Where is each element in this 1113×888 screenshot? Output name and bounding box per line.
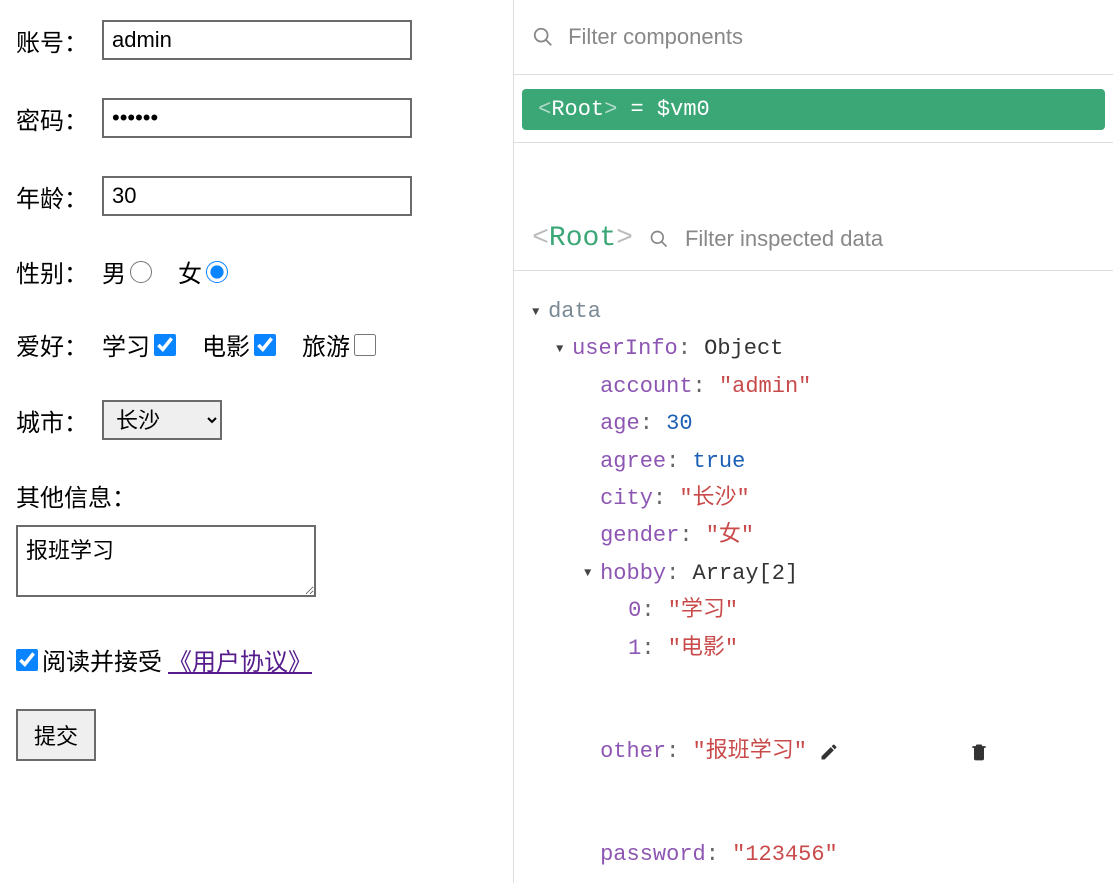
hobby-movie-label: 电影 <box>202 327 250 362</box>
hobby-checkbox-group: 学习 电影 旅游 <box>102 327 394 362</box>
age-row: 年龄： <box>16 176 497 216</box>
other-node[interactable]: other: "报班学习" <box>526 667 1101 837</box>
form-panel: 账号： 密码： 年龄： 性别： 男 女 爱好： 学习 <box>0 0 514 883</box>
age-input[interactable] <box>102 176 412 216</box>
inspector-body: ▼ data ▼ userInfo: Object account: "admi… <box>514 271 1113 886</box>
inspector-component-name: <Root> <box>532 223 633 254</box>
password-row: 密码： <box>16 98 497 138</box>
gender-male-radio[interactable] <box>130 261 152 283</box>
hobby-0-node[interactable]: 0: "学习" <box>526 592 1101 629</box>
root-tag-name: Root <box>551 97 604 122</box>
hobby-travel-label: 旅游 <box>302 327 350 362</box>
filter-components-bar <box>514 0 1113 75</box>
filter-inspected-input[interactable] <box>685 226 1095 252</box>
city-row: 城市： 长沙 <box>16 400 497 440</box>
agree-node[interactable]: agree: true <box>526 443 1101 480</box>
search-icon <box>532 26 554 48</box>
open-bracket: < <box>538 97 551 122</box>
gender-male-label: 男 <box>102 254 126 289</box>
other-label: 其他信息： <box>16 478 497 513</box>
hobby-item-travel: 旅游 <box>302 327 376 362</box>
gender-radio-group: 男 女 <box>102 254 246 289</box>
age-label: 年龄： <box>16 179 88 214</box>
userinfo-type: Object <box>704 330 783 367</box>
close-bracket: > <box>604 97 617 122</box>
gender-female-label: 女 <box>178 254 202 289</box>
root-component-item[interactable]: <Root> = $vm0 <box>522 89 1105 130</box>
city-label: 城市： <box>16 403 88 438</box>
hobby-study-checkbox[interactable] <box>154 334 176 356</box>
agree-text: 阅读并接受 <box>42 642 162 677</box>
edit-icon[interactable] <box>819 667 951 837</box>
hobby-label: 爱好： <box>16 327 88 362</box>
other-textarea[interactable] <box>16 525 316 597</box>
hobby-study-label: 学习 <box>102 327 150 362</box>
data-node[interactable]: ▼ data <box>526 293 1101 330</box>
password-node[interactable]: password: "123456" <box>526 836 1101 873</box>
submit-button[interactable]: 提交 <box>16 709 96 761</box>
terms-link[interactable]: 《用户协议》 <box>168 642 312 677</box>
hobby-movie-checkbox[interactable] <box>254 334 276 356</box>
hobby-node[interactable]: ▼ hobby: Array[2] <box>526 555 1101 592</box>
gender-node[interactable]: gender: "女" <box>526 517 1101 554</box>
gender-option-male: 男 <box>102 254 152 289</box>
userinfo-key: userInfo <box>572 330 678 367</box>
hobby-item-study: 学习 <box>102 327 176 362</box>
hobby-1-node[interactable]: 1: "电影" <box>526 630 1101 667</box>
hobby-row: 爱好： 学习 电影 旅游 <box>16 327 497 362</box>
account-label: 账号： <box>16 23 88 58</box>
other-row: 其他信息： <box>16 478 497 604</box>
caret-down-icon: ▼ <box>584 563 600 583</box>
data-key: data <box>548 293 601 330</box>
devtools-panel: <Root> = $vm0 <Root> ▼ data ▼ userInfo: … <box>514 0 1113 883</box>
hobby-travel-checkbox[interactable] <box>354 334 376 356</box>
delete-icon[interactable] <box>969 667 1101 837</box>
gender-female-radio[interactable] <box>206 261 228 283</box>
gender-row: 性别： 男 女 <box>16 254 497 289</box>
caret-down-icon: ▼ <box>556 339 572 359</box>
agree-checkbox[interactable] <box>16 649 38 671</box>
filter-components-input[interactable] <box>568 24 1095 50</box>
userinfo-node[interactable]: ▼ userInfo: Object <box>526 330 1101 367</box>
search-icon <box>649 229 669 249</box>
password-label: 密码： <box>16 101 88 136</box>
account-node[interactable]: account: "admin" <box>526 368 1101 405</box>
password-input[interactable] <box>102 98 412 138</box>
account-row: 账号： <box>16 20 497 60</box>
gender-label: 性别： <box>16 254 88 289</box>
city-node[interactable]: city: "长沙" <box>526 480 1101 517</box>
age-node[interactable]: age: 30 <box>526 405 1101 442</box>
caret-down-icon: ▼ <box>532 302 548 322</box>
agree-row: 阅读并接受 《用户协议》 <box>16 642 497 677</box>
root-assign: = $vm0 <box>617 97 709 122</box>
component-tree: <Root> = $vm0 <box>514 75 1113 143</box>
inspector-header: <Root> <box>514 203 1113 271</box>
account-input[interactable] <box>102 20 412 60</box>
city-select[interactable]: 长沙 <box>102 400 222 440</box>
row-actions <box>819 667 1101 837</box>
hobby-item-movie: 电影 <box>202 327 276 362</box>
gender-option-female: 女 <box>178 254 228 289</box>
